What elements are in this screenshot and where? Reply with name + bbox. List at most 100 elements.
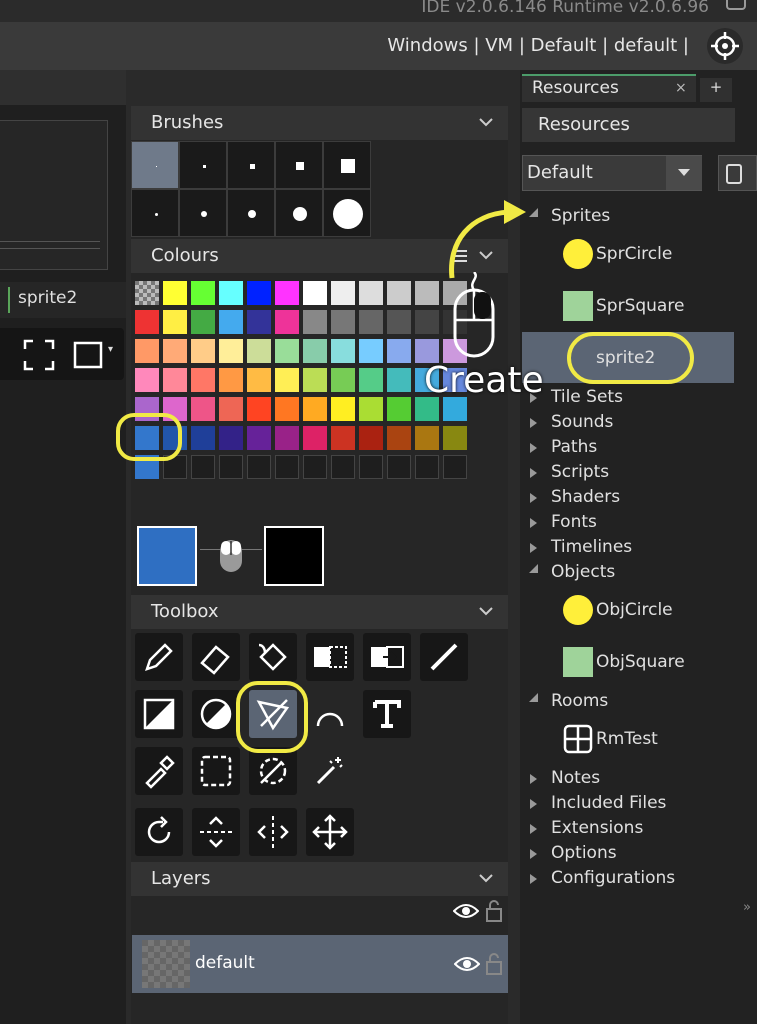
tree-folder-fonts[interactable]: Fonts (551, 512, 597, 532)
tree-folder-extensions[interactable]: Extensions (551, 818, 643, 838)
colour-swatch[interactable] (247, 426, 271, 450)
colour-swatch[interactable] (163, 281, 187, 305)
close-icon[interactable]: × (675, 80, 687, 96)
colour-swatch[interactable] (247, 281, 271, 305)
select-lasso-tool[interactable] (249, 747, 297, 795)
colour-swatch[interactable] (303, 310, 327, 334)
chevron-down-icon[interactable] (478, 114, 494, 130)
colour-swatch[interactable] (303, 339, 327, 363)
layers-header[interactable]: Layers (131, 862, 508, 896)
layer-row[interactable]: default (132, 935, 508, 993)
colour-swatch[interactable] (247, 455, 271, 479)
collapse-arrow-icon[interactable] (530, 443, 537, 453)
frame-icon[interactable] (72, 338, 106, 372)
flip-horizontal-tool[interactable] (249, 808, 297, 856)
colour-swatch[interactable] (415, 281, 439, 305)
tree-folder-sprites[interactable]: Sprites (551, 206, 610, 226)
colour-swatch[interactable] (331, 339, 355, 363)
colour-swatch[interactable] (303, 426, 327, 450)
tree-folder-options[interactable]: Options (551, 843, 617, 863)
colour-swatch[interactable] (387, 339, 411, 363)
collapse-arrow-icon[interactable] (530, 418, 537, 428)
collapse-arrow-icon[interactable] (530, 824, 537, 834)
line-tool[interactable] (420, 633, 468, 681)
tree-item-rmtest[interactable]: RmTest (596, 729, 658, 749)
colour-swatch[interactable] (135, 310, 159, 334)
magic-wand-tool[interactable] (306, 747, 354, 795)
colour-swatch[interactable] (219, 339, 243, 363)
lock-icon[interactable] (485, 952, 503, 976)
expand-arrow-icon[interactable] (529, 564, 538, 573)
text-tool[interactable] (363, 690, 411, 738)
tree-folder-rooms[interactable]: Rooms (551, 691, 608, 711)
expand-arrow-icon[interactable] (529, 693, 538, 702)
colour-swatch[interactable] (303, 397, 327, 421)
colour-swatch[interactable] (359, 368, 383, 392)
colour-swatch[interactable] (135, 368, 159, 392)
colour-swatch[interactable] (247, 339, 271, 363)
colour-swatch[interactable] (387, 368, 411, 392)
tree-folder-paths[interactable]: Paths (551, 437, 597, 457)
frame-dropdown-icon[interactable]: ▾ (108, 344, 113, 355)
colour-swatch[interactable] (415, 310, 439, 334)
paste-tool[interactable] (363, 633, 411, 681)
chevron-down-icon[interactable] (478, 870, 494, 886)
collapse-arrow-icon[interactable] (530, 874, 537, 884)
colour-swatch[interactable] (359, 397, 383, 421)
tree-item-sprcircle[interactable]: SprCircle (596, 244, 672, 264)
tree-folder-timelines[interactable]: Timelines (551, 537, 632, 557)
canvas-preview[interactable] (0, 120, 108, 270)
colour-swatch[interactable] (387, 455, 411, 479)
brush-size-button[interactable] (227, 189, 275, 237)
colour-swatch[interactable] (275, 368, 299, 392)
colour-swatch[interactable] (247, 310, 271, 334)
colour-swatch[interactable] (219, 368, 243, 392)
collapse-arrow-icon[interactable] (530, 799, 537, 809)
collapse-arrow-icon[interactable] (530, 543, 537, 553)
colour-swatch[interactable] (135, 339, 159, 363)
colour-swatch[interactable] (359, 310, 383, 334)
pencil-tool[interactable] (135, 633, 183, 681)
tree-folder-scripts[interactable]: Scripts (551, 462, 609, 482)
collapse-arrow-icon[interactable] (530, 518, 537, 528)
brush-size-button[interactable] (131, 141, 179, 189)
colour-swatch[interactable] (219, 426, 243, 450)
rotate-tool[interactable] (135, 808, 183, 856)
colour-swatch[interactable] (331, 455, 355, 479)
brush-size-button[interactable] (131, 189, 179, 237)
colour-swatch[interactable] (275, 455, 299, 479)
lock-icon[interactable] (485, 899, 503, 923)
target-config-text[interactable]: Windows | VM | Default | default | (387, 35, 689, 56)
colour-swatch[interactable] (331, 310, 355, 334)
brush-size-button[interactable] (227, 141, 275, 189)
colour-swatch[interactable] (135, 281, 159, 305)
colour-swatch[interactable] (163, 310, 187, 334)
colour-swatch[interactable] (191, 368, 215, 392)
colour-swatch[interactable] (275, 397, 299, 421)
colour-swatch[interactable] (163, 339, 187, 363)
colour-swatch[interactable] (443, 426, 467, 450)
colour-swatch[interactable] (191, 310, 215, 334)
tree-folder-objects[interactable]: Objects (551, 562, 615, 582)
colour-swatch[interactable] (247, 368, 271, 392)
secondary-colour-swatch[interactable] (264, 526, 324, 586)
dropdown-arrow-button[interactable] (666, 156, 702, 190)
tree-folder-sounds[interactable]: Sounds (551, 412, 613, 432)
select-rect-tool[interactable] (192, 747, 240, 795)
colour-swatch[interactable] (415, 426, 439, 450)
brush-size-button[interactable] (275, 189, 323, 237)
tree-item-objcircle[interactable]: ObjCircle (596, 600, 673, 620)
colour-swatch[interactable] (303, 281, 327, 305)
move-tool[interactable] (306, 808, 354, 856)
collapse-arrow-icon[interactable] (530, 468, 537, 478)
colour-swatch[interactable] (359, 281, 383, 305)
colour-swatch[interactable] (191, 281, 215, 305)
tree-folder-notes[interactable]: Notes (551, 768, 600, 788)
copy-tool[interactable] (306, 633, 354, 681)
arc-tool[interactable] (306, 690, 354, 738)
eyedropper-tool[interactable] (135, 747, 183, 795)
collapse-arrow-icon[interactable] (530, 849, 537, 859)
colour-swatch[interactable] (275, 310, 299, 334)
colour-swatch[interactable] (331, 368, 355, 392)
colour-swatch[interactable] (191, 455, 215, 479)
